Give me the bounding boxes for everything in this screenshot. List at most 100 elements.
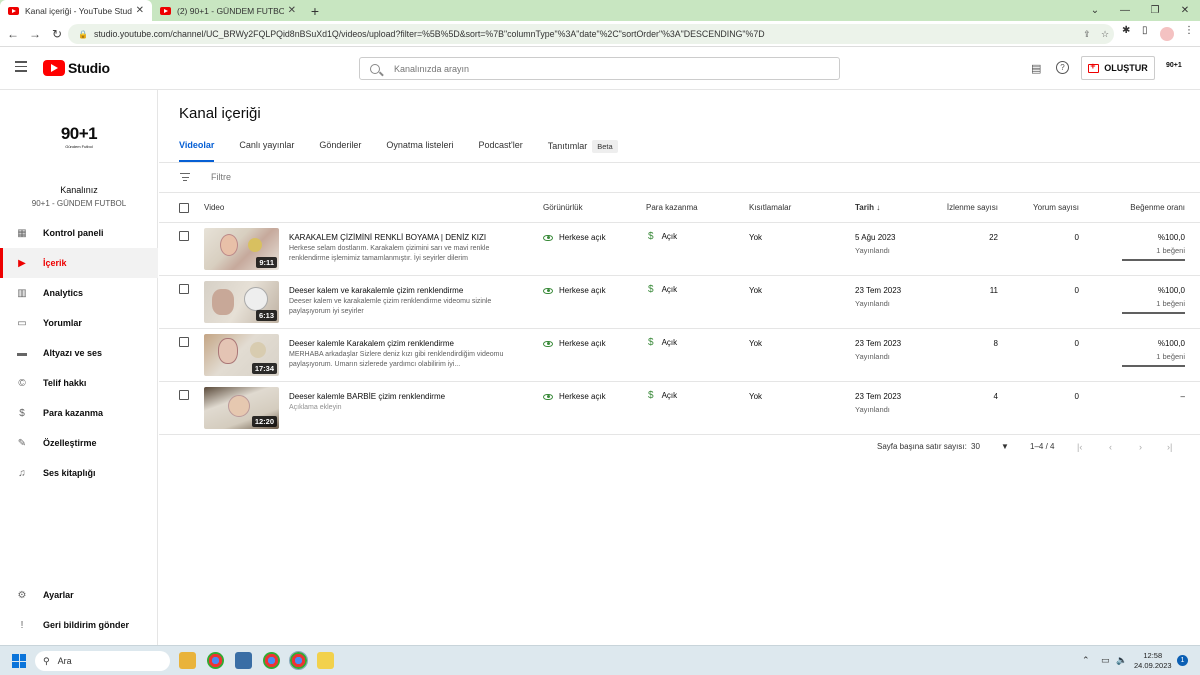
rows-per-page-select[interactable]: 30 ▼: [971, 442, 1011, 451]
extensions-icon[interactable]: ✱: [1122, 25, 1130, 36]
windows-start-icon[interactable]: [12, 654, 26, 668]
sidebar-item-copyright[interactable]: © Telif hakkı: [0, 368, 158, 398]
table-row[interactable]: 17:34 Deeser kalemle Karakalem çizim ren…: [159, 329, 1200, 382]
channel-search-box[interactable]: [359, 57, 840, 80]
share-icon[interactable]: ⇪: [1078, 29, 1096, 40]
address-bar[interactable]: 🔒 studio.youtube.com/channel/UC_BRWy2FQL…: [68, 24, 1114, 44]
close-tab-icon[interactable]: ✕: [136, 5, 144, 16]
video-thumbnail[interactable]: 9:11: [204, 228, 279, 270]
sidebar-item-content[interactable]: ▶ İçerik: [0, 248, 158, 278]
lock-icon[interactable]: 🔒: [78, 30, 88, 39]
help-icon[interactable]: ?: [1056, 61, 1069, 74]
filter-input[interactable]: Filtre: [211, 172, 231, 182]
chrome-icon[interactable]: [263, 652, 280, 669]
file-explorer-icon[interactable]: [179, 652, 196, 669]
notification-badge[interactable]: 1: [1177, 655, 1188, 666]
video-title[interactable]: Deeser kalem ve karakalemle çizim renkle…: [289, 286, 529, 295]
volume-icon[interactable]: 🔈: [1116, 655, 1127, 666]
video-thumbnail[interactable]: 17:34: [204, 334, 279, 376]
sidebar-item-settings[interactable]: ⚙ Ayarlar: [0, 580, 158, 610]
tab-live[interactable]: Canlı yayınlar: [239, 140, 294, 162]
sidebar-item-monetization[interactable]: $ Para kazanma: [0, 398, 158, 428]
forward-icon[interactable]: →: [24, 27, 46, 41]
visibility-dropdown[interactable]: Herkese açık: [543, 286, 606, 295]
sidebar-item-audio-library[interactable]: ♫ Ses kitaplığı: [0, 458, 158, 488]
url-text[interactable]: studio.youtube.com/channel/UC_BRWy2FQLPQ…: [94, 29, 1078, 39]
network-icon[interactable]: ▭: [1101, 655, 1110, 666]
monetization-status[interactable]: $ Açık: [648, 284, 677, 295]
search-icon: ⚲: [43, 655, 50, 666]
filter-icon[interactable]: [180, 173, 190, 184]
column-header-date[interactable]: Tarih ↓: [855, 203, 880, 212]
bookmark-star-icon[interactable]: ☆: [1096, 29, 1114, 40]
sidebar-item-customization[interactable]: ✎ Özelleştirme: [0, 428, 158, 458]
last-page-icon[interactable]: ›|: [1167, 442, 1172, 452]
table-row[interactable]: 6:13 Deeser kalem ve karakalemle çizim r…: [159, 276, 1200, 329]
video-title[interactable]: Deeser kalemle BARBİE çizim renklendirme: [289, 392, 529, 401]
tab-promotions[interactable]: Tanıtımlar Beta: [548, 140, 618, 162]
table-row[interactable]: 9:11 KARAKALEM ÇİZİMİNİ RENKLİ BOYAMA | …: [159, 223, 1200, 276]
tab-search-icon[interactable]: ⌄: [1080, 0, 1110, 21]
close-tab-icon[interactable]: ✕: [288, 5, 296, 16]
sidebar-item-analytics[interactable]: ▥ Analytics: [0, 278, 158, 308]
taskbar-search[interactable]: ⚲ Ara: [35, 651, 170, 671]
app-icon[interactable]: [235, 652, 252, 669]
video-description: Deeser kalem ve karakalemle çizim renkle…: [289, 298, 492, 315]
first-page-icon[interactable]: |‹: [1077, 442, 1082, 452]
video-thumbnail[interactable]: 6:13: [204, 281, 279, 323]
monetization-status[interactable]: $ Açık: [648, 390, 677, 401]
studio-logo[interactable]: Studio: [43, 60, 110, 76]
row-checkbox[interactable]: [179, 284, 189, 294]
chrome-active-icon[interactable]: [289, 651, 308, 670]
add-description-link[interactable]: Açıklama ekleyin: [289, 403, 517, 413]
new-tab-button[interactable]: +: [304, 0, 326, 21]
settings-icon: ⚙: [17, 589, 27, 601]
side-panel-icon[interactable]: ▯: [1142, 25, 1148, 36]
filter-bar[interactable]: Filtre: [159, 163, 1200, 193]
maximize-icon[interactable]: ❐: [1140, 0, 1170, 21]
tab-posts[interactable]: Gönderiler: [319, 140, 361, 162]
reload-icon[interactable]: ↻: [46, 27, 68, 41]
tab-videos[interactable]: Videolar: [179, 140, 215, 162]
close-window-icon[interactable]: ✕: [1170, 0, 1200, 21]
sidebar-item-comments[interactable]: ▭ Yorumlar: [0, 308, 158, 338]
tab-podcasts[interactable]: Podcast'ler: [478, 140, 522, 162]
monetization-status[interactable]: $ Açık: [648, 337, 677, 348]
browser-tab-studio[interactable]: Kanal içeriği - YouTube Studio ✕: [0, 0, 152, 21]
next-page-icon[interactable]: ›: [1139, 442, 1142, 452]
tab-playlists[interactable]: Oynatma listeleri: [386, 140, 453, 162]
sidebar-item-feedback[interactable]: ! Geri bildirim gönder: [0, 610, 158, 640]
menu-hamburger-icon[interactable]: [15, 61, 27, 75]
sidebar-item-dashboard[interactable]: ▦ Kontrol paneli: [0, 218, 158, 248]
chrome-menu-icon[interactable]: ⋮: [1184, 25, 1194, 36]
browser-tab-channel[interactable]: (2) 90+1 - GÜNDEM FUTBOL - Y ✕: [152, 0, 304, 21]
account-avatar[interactable]: 90+1: [1166, 62, 1182, 69]
row-checkbox[interactable]: [179, 231, 189, 241]
row-checkbox[interactable]: [179, 390, 189, 400]
video-title[interactable]: KARAKALEM ÇİZİMİNİ RENKLİ BOYAMA | DENİZ…: [289, 233, 529, 242]
row-checkbox[interactable]: [179, 337, 189, 347]
tray-chevron-icon[interactable]: ⌃: [1082, 655, 1090, 666]
back-icon[interactable]: ←: [2, 27, 24, 41]
visibility-dropdown[interactable]: Herkese açık: [543, 339, 606, 348]
visibility-dropdown[interactable]: Herkese açık: [543, 392, 606, 401]
prev-page-icon[interactable]: ‹: [1109, 442, 1112, 452]
chrome-icon[interactable]: [207, 652, 224, 669]
monetization-status[interactable]: $ Açık: [648, 231, 677, 242]
sort-down-arrow-icon[interactable]: ↓: [876, 203, 880, 212]
app-icon[interactable]: [317, 652, 334, 669]
minimize-icon[interactable]: —: [1110, 0, 1140, 21]
messages-icon[interactable]: ▤: [1031, 62, 1041, 75]
visibility-dropdown[interactable]: Herkese açık: [543, 233, 606, 242]
sidebar-item-subtitles[interactable]: ▬ Altyazı ve ses: [0, 338, 158, 368]
video-title[interactable]: Deeser kalemle Karakalem çizim renklendi…: [289, 339, 529, 348]
channel-avatar[interactable]: 90+1 Gündem Futbol: [48, 124, 110, 149]
views-count: 11: [989, 286, 998, 295]
profile-avatar-icon[interactable]: [1160, 27, 1174, 41]
taskbar-clock[interactable]: 12:58 24.09.2023: [1134, 651, 1172, 671]
video-thumbnail[interactable]: 12:20: [204, 387, 279, 429]
select-all-checkbox[interactable]: [179, 203, 189, 213]
create-button[interactable]: OLUŞTUR: [1081, 56, 1155, 80]
table-row[interactable]: 12:20 Deeser kalemle BARBİE çizim renkle…: [159, 382, 1200, 435]
search-input[interactable]: [394, 63, 794, 74]
